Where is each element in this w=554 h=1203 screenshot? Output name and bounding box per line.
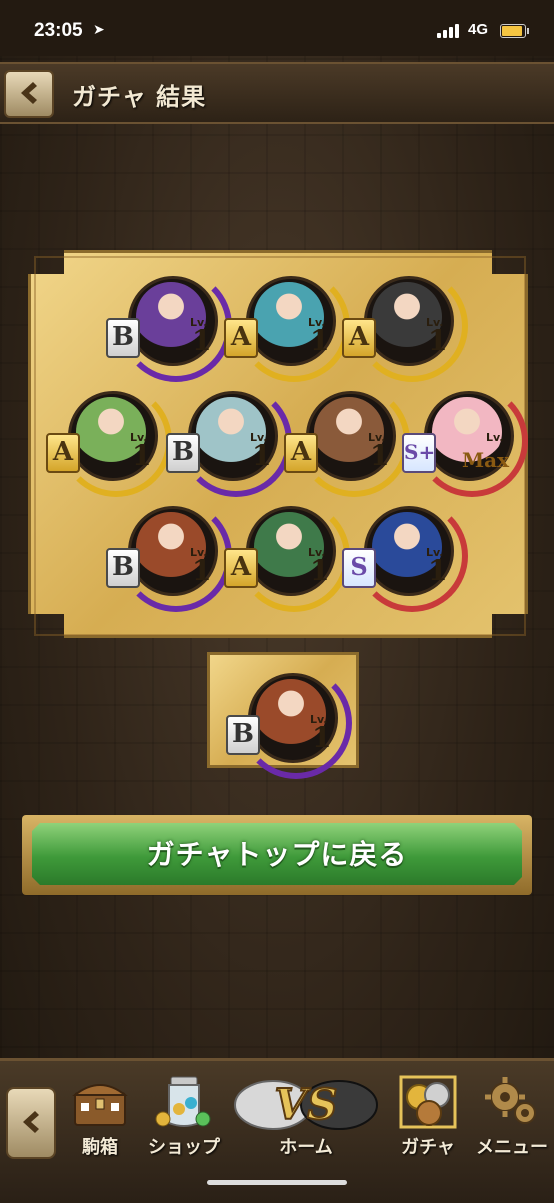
nav-label-gacha: ガチャ bbox=[401, 1137, 455, 1158]
page-title: ガチャ 結果 bbox=[72, 83, 207, 111]
highlighted-result-card[interactable]: B Lv. 1 bbox=[207, 652, 359, 779]
level-value: Max bbox=[462, 448, 510, 472]
rank-badge: A bbox=[224, 318, 258, 358]
battery-icon bbox=[500, 24, 529, 38]
page-header: ガチャ 結果 bbox=[0, 62, 554, 124]
nav-back-button[interactable] bbox=[6, 1087, 56, 1159]
back-to-gacha-top-label: ガチャトップに戻る bbox=[146, 838, 408, 871]
chevron-left-icon bbox=[23, 1111, 39, 1133]
level-value: 1 bbox=[310, 324, 330, 357]
level-value: 1 bbox=[428, 324, 448, 357]
nav-label-shop: ショップ bbox=[148, 1137, 220, 1158]
character-slot[interactable]: A Lv. 1 bbox=[224, 260, 350, 382]
rank-badge: A bbox=[224, 548, 258, 588]
rank-badge: B bbox=[106, 318, 140, 358]
coin-jar-icon bbox=[155, 1076, 211, 1127]
rank-badge: A bbox=[284, 433, 318, 473]
signal-bars-icon bbox=[437, 24, 463, 38]
nav-item-home[interactable]: VS ホーム bbox=[226, 1069, 386, 1161]
character-slot[interactable]: S Lv. 1 bbox=[342, 490, 468, 612]
character-slot[interactable]: B Lv. 1 bbox=[166, 375, 292, 497]
status-bar: 23:05 ➤ 4G bbox=[0, 0, 554, 56]
rank-badge: A bbox=[342, 318, 376, 358]
character-slot[interactable]: A Lv. 1 bbox=[284, 375, 410, 497]
character-slot[interactable]: A Lv. 1 bbox=[224, 490, 350, 612]
level-value: 1 bbox=[312, 721, 332, 754]
nav-label-home: ホーム bbox=[279, 1137, 333, 1158]
character-slot[interactable]: S+ Lv. Max bbox=[402, 375, 528, 497]
treasure-chest-icon bbox=[72, 1084, 128, 1126]
chevron-left-icon bbox=[21, 82, 37, 104]
rank-badge: B bbox=[166, 433, 200, 473]
gacha-coins-icon bbox=[399, 1075, 457, 1129]
svg-text:VS: VS bbox=[275, 1080, 338, 1129]
level-value: 1 bbox=[132, 439, 152, 472]
character-slot[interactable]: B Lv. 1 bbox=[226, 657, 352, 779]
network-type: 4G bbox=[468, 21, 489, 38]
location-arrow-icon: ➤ bbox=[93, 22, 105, 38]
home-indicator bbox=[207, 1180, 347, 1185]
character-slot[interactable]: A Lv. 1 bbox=[342, 260, 468, 382]
level-value: 1 bbox=[252, 439, 272, 472]
nav-item-gacha[interactable]: ガチャ bbox=[386, 1069, 470, 1161]
character-slot[interactable]: A Lv. 1 bbox=[46, 375, 172, 497]
rank-badge: A bbox=[46, 433, 80, 473]
level-value: 1 bbox=[192, 324, 212, 357]
nav-label-komabako: 駒箱 bbox=[82, 1137, 118, 1158]
vs-icon: VS bbox=[234, 1079, 378, 1130]
status-time: 23:05 bbox=[34, 20, 83, 41]
gacha-results-panel: B Lv. 1 A Lv. 1 A Lv. 1 A Lv. 1 B Lv. 1 A Lv. 1 S+ Lv. Max B L… bbox=[28, 250, 528, 638]
rank-badge: S bbox=[342, 548, 376, 588]
back-button[interactable] bbox=[4, 70, 54, 118]
back-to-gacha-top-button[interactable]: ガチャトップに戻る bbox=[22, 815, 532, 895]
level-tag: Lv. bbox=[486, 431, 504, 444]
level-value: 1 bbox=[370, 439, 390, 472]
nav-item-komabako[interactable]: 駒箱 bbox=[58, 1069, 142, 1161]
nav-item-menu[interactable]: メニュー bbox=[470, 1069, 554, 1161]
level-value: 1 bbox=[310, 554, 330, 587]
level-value: 1 bbox=[428, 554, 448, 587]
nav-label-menu: メニュー bbox=[476, 1137, 548, 1158]
character-slot[interactable]: B Lv. 1 bbox=[106, 490, 232, 612]
rank-badge: B bbox=[106, 548, 140, 588]
level-value: 1 bbox=[192, 554, 212, 587]
rank-badge: B bbox=[226, 715, 260, 755]
nav-item-shop[interactable]: ショップ bbox=[142, 1069, 226, 1161]
rank-badge: S+ bbox=[402, 433, 436, 473]
character-slot[interactable]: B Lv. 1 bbox=[106, 260, 232, 382]
gear-icon bbox=[485, 1077, 536, 1124]
